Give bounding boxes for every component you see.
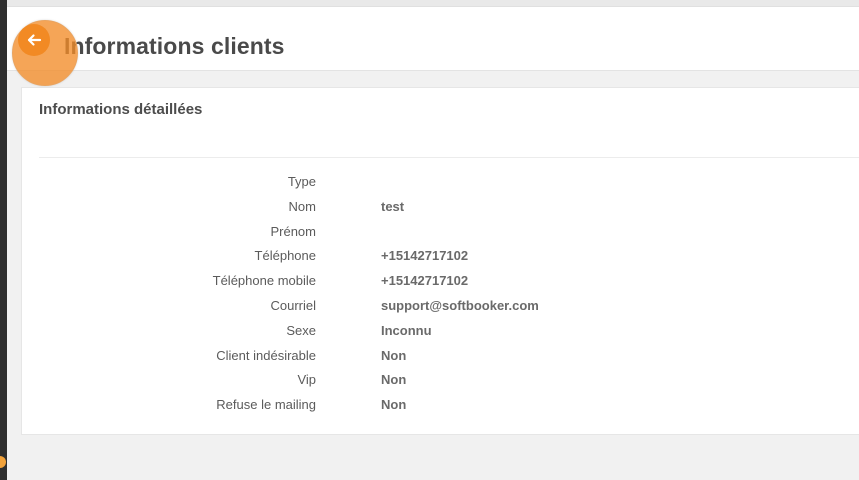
back-button[interactable] [18, 24, 50, 56]
detail-label: Client indésirable [216, 347, 316, 363]
page-title: Informations clients [64, 33, 285, 59]
detail-value: support@softbooker.com [381, 297, 539, 313]
detail-value: Non [381, 372, 407, 388]
detail-label: Courriel [270, 297, 316, 313]
top-bar [7, 0, 859, 7]
detail-label: Refuse le mailing [216, 397, 316, 413]
detail-list: Type Nom test Prénom Téléphone +15142717… [22, 172, 859, 420]
detail-label: Téléphone [254, 248, 316, 264]
detail-value: +15142717102 [381, 248, 469, 264]
notification-dot[interactable] [0, 456, 6, 468]
detail-row-refuse-mailing: Refuse le mailing Non [22, 395, 859, 420]
detail-row-sexe: Sexe Inconnu [22, 321, 859, 346]
detail-label: Téléphone mobile [212, 273, 316, 289]
card-divider [39, 157, 859, 158]
detail-value: +15142717102 [381, 273, 469, 289]
arrow-left-icon [27, 34, 42, 46]
detail-row-type: Type [22, 172, 859, 197]
card-title: Informations détaillées [39, 101, 203, 118]
detail-value: test [381, 198, 405, 214]
detail-row-courriel: Courriel support@softbooker.com [22, 296, 859, 321]
detail-label: Prénom [270, 223, 316, 239]
left-sidebar-edge [0, 0, 7, 480]
client-details-card: Informations détaillées Type Nom test Pr… [21, 87, 859, 435]
detail-row-vip: Vip Non [22, 370, 859, 395]
detail-label: Vip [297, 372, 316, 388]
detail-label: Type [287, 174, 316, 189]
page-header: Informations clients [7, 7, 859, 71]
detail-row-telephone: Téléphone +15142717102 [22, 246, 859, 271]
detail-value: Non [381, 347, 407, 363]
detail-row-client-indesirable: Client indésirable Non [22, 346, 859, 371]
detail-row-prenom: Prénom [22, 222, 859, 247]
detail-row-telephone-mobile: Téléphone mobile +15142717102 [22, 271, 859, 296]
detail-value: Inconnu [381, 322, 432, 338]
detail-row-nom: Nom test [22, 197, 859, 222]
detail-label: Nom [288, 198, 316, 214]
detail-label: Sexe [286, 322, 316, 338]
detail-value: Non [381, 397, 407, 413]
